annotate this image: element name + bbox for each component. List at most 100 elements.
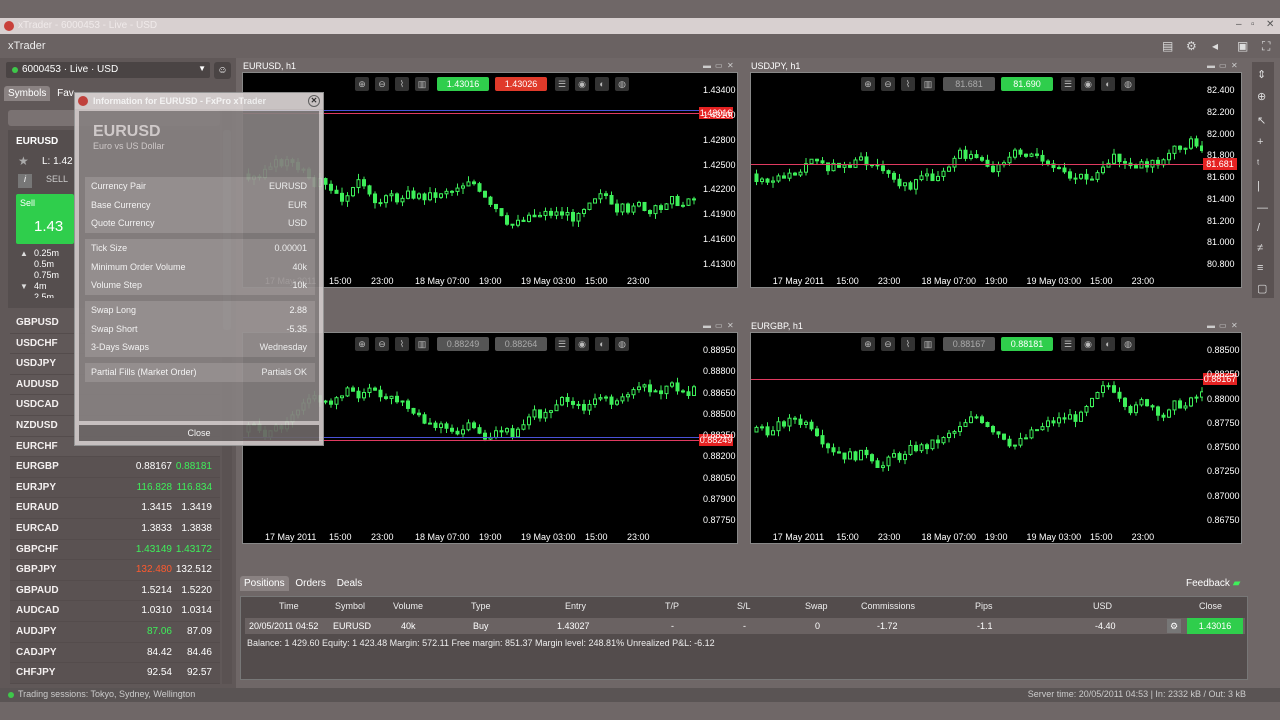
text-icon[interactable]: ᵗ — [1257, 158, 1259, 170]
close-icon[interactable]: ✕ — [1266, 19, 1274, 30]
candles-icon[interactable]: ▥ — [921, 337, 935, 351]
settings-icon[interactable]: ⚙ — [1186, 39, 1197, 53]
list-icon[interactable]: ☰ — [555, 77, 569, 91]
list-icon[interactable]: ☰ — [555, 337, 569, 351]
column-header[interactable]: USD — [1093, 601, 1112, 611]
vertical-line-icon[interactable]: | — [1257, 180, 1260, 192]
amount-item[interactable]: 0.5m — [34, 259, 59, 270]
symbol-row[interactable]: AUDJPY 87.06 87.09 — [10, 621, 220, 643]
symbol-row[interactable]: GBPAUD 1.5214 1.5220 — [10, 580, 220, 602]
indicator-icon[interactable]: ◉ — [1081, 77, 1095, 91]
feedback-button[interactable]: Feedback ▰ — [1186, 578, 1240, 589]
symbol-row[interactable]: CADJPY 84.42 84.46 — [10, 642, 220, 664]
symbol-row[interactable]: EURAUD 1.3415 1.3419 — [10, 498, 220, 519]
chart-window[interactable]: USDJPY, h1 ▬ ▭ ✕ 81.681 82.400 82.200 82.000 81.… — [750, 61, 1242, 288]
chart-type-icon[interactable]: ⌇ — [395, 337, 409, 351]
trendline-icon[interactable]: / — [1257, 222, 1260, 234]
zoom-in-icon[interactable]: ⊕ — [861, 337, 875, 351]
maximize-icon[interactable]: ▫ — [1251, 19, 1255, 30]
chart-buy-button[interactable]: 0.88181 — [1001, 337, 1053, 351]
amount-item[interactable]: 4m — [34, 281, 59, 292]
toolbar-arrows-icon[interactable]: ⇕ — [1257, 68, 1266, 81]
color-icon[interactable]: ◐ — [1101, 337, 1115, 351]
symbol-row[interactable]: GBPJPY 132.480 132.512 — [10, 560, 220, 581]
screenshot-icon[interactable]: ◍ — [1121, 77, 1135, 91]
minimize-icon[interactable]: – — [1236, 19, 1242, 30]
chart-buy-button[interactable]: 0.88264 — [495, 337, 547, 351]
close-icon[interactable]: ✕ — [308, 95, 320, 107]
zoom-in-icon[interactable]: ⊕ — [355, 337, 369, 351]
close-icon[interactable]: ✕ — [1231, 321, 1238, 330]
zoom-out-icon[interactable]: ⊖ — [375, 337, 389, 351]
tab-deals[interactable]: Deals — [333, 576, 367, 591]
maximize-icon[interactable]: ▭ — [1219, 321, 1227, 330]
column-header[interactable]: Pips — [975, 601, 993, 611]
symbol-row[interactable]: AUDCAD 1.0310 1.0314 — [10, 601, 220, 622]
column-header[interactable]: Volume — [393, 601, 423, 611]
column-header[interactable]: T/P — [665, 601, 679, 611]
account-menu-button[interactable]: ☺ — [214, 62, 231, 79]
candlestick-plot[interactable] — [751, 333, 1203, 531]
symbol-row[interactable]: EURGBP 0.88167 0.88181 — [10, 457, 220, 478]
channel-icon[interactable]: ≠ — [1257, 242, 1263, 254]
color-icon[interactable]: ◐ — [595, 77, 609, 91]
zoom-out-icon[interactable]: ⊖ — [881, 77, 895, 91]
sell-button[interactable]: Sell 1.43 — [16, 194, 74, 244]
amount-item[interactable]: 0.25m — [34, 248, 59, 259]
screenshot-icon[interactable]: ◍ — [1121, 337, 1135, 351]
zoom-in-icon[interactable]: ⊕ — [355, 77, 369, 91]
news-icon[interactable]: ▤ — [1162, 39, 1173, 53]
close-position-button[interactable]: 1.43016 — [1187, 618, 1243, 634]
info-icon[interactable]: i — [18, 174, 32, 188]
minimize-icon[interactable]: ▬ — [1207, 321, 1215, 330]
gear-icon[interactable]: ⚙ — [1167, 619, 1181, 633]
chart-type-icon[interactable]: ⌇ — [395, 77, 409, 91]
minimize-icon[interactable]: ▬ — [1207, 61, 1215, 70]
minimize-icon[interactable]: ▬ — [703, 321, 711, 330]
symbol-row[interactable]: EURJPY 116.828 116.834 — [10, 477, 220, 499]
candlestick-plot[interactable] — [751, 73, 1203, 275]
chart-sell-button[interactable]: 0.88249 — [437, 337, 489, 351]
zoom-out-icon[interactable]: ⊖ — [375, 77, 389, 91]
column-header[interactable]: Entry — [565, 601, 586, 611]
cursor-icon[interactable]: ↖ — [1257, 114, 1266, 127]
list-icon[interactable]: ☰ — [1061, 77, 1075, 91]
symbol-row[interactable]: GBPCHF 1.43149 1.43172 — [10, 539, 220, 561]
sound-icon[interactable]: ◂ — [1212, 39, 1218, 53]
column-header[interactable]: Swap — [805, 601, 828, 611]
candles-icon[interactable]: ▥ — [415, 77, 429, 91]
column-header[interactable]: Type — [471, 601, 491, 611]
indicator-icon[interactable]: ◉ — [575, 337, 589, 351]
chart-sell-button[interactable]: 81.681 — [943, 77, 995, 91]
maximize-icon[interactable]: ▭ — [715, 321, 723, 330]
color-icon[interactable]: ◐ — [595, 337, 609, 351]
amount-item[interactable]: 2.5m — [34, 292, 59, 298]
account-selector[interactable]: 6000453 · Live · USD ▼ — [6, 62, 210, 78]
candles-icon[interactable]: ▥ — [415, 337, 429, 351]
column-header[interactable]: Commissions — [861, 601, 915, 611]
layout-icon[interactable]: ▣ — [1237, 39, 1248, 53]
zoom-out-icon[interactable]: ⊖ — [881, 337, 895, 351]
indicator-icon[interactable]: ◉ — [575, 77, 589, 91]
sell-tab[interactable]: SELL — [46, 174, 68, 184]
star-icon[interactable]: ★ — [18, 154, 29, 168]
chart-sell-button[interactable]: 1.43016 — [437, 77, 489, 91]
horizontal-line-icon[interactable]: — — [1257, 202, 1268, 214]
close-icon[interactable]: ✕ — [727, 61, 734, 70]
zoom-in-icon[interactable]: ⊕ — [861, 77, 875, 91]
amount-item[interactable]: 0.75m — [34, 270, 59, 281]
maximize-icon[interactable]: ▭ — [715, 61, 723, 70]
close-icon[interactable]: ✕ — [727, 321, 734, 330]
fullscreen-icon[interactable]: ⛶ — [1262, 39, 1270, 54]
candles-icon[interactable]: ▥ — [921, 77, 935, 91]
chart-type-icon[interactable]: ⌇ — [901, 77, 915, 91]
list-icon[interactable]: ☰ — [1061, 337, 1075, 351]
tab-symbols[interactable]: Symbols — [4, 86, 51, 101]
column-header[interactable]: Time — [279, 601, 299, 611]
chart-window[interactable]: EURGBP, h1 ▬ ▭ ✕ 0.88167 0.88500 0.88250 0.8800… — [750, 321, 1242, 544]
screenshot-icon[interactable]: ◍ — [615, 77, 629, 91]
chart-type-icon[interactable]: ⌇ — [901, 337, 915, 351]
symbol-row[interactable]: EURCAD 1.3833 1.3838 — [10, 518, 220, 540]
tab-positions[interactable]: Positions — [240, 576, 289, 591]
dialog-close-button[interactable]: Close — [79, 425, 319, 441]
